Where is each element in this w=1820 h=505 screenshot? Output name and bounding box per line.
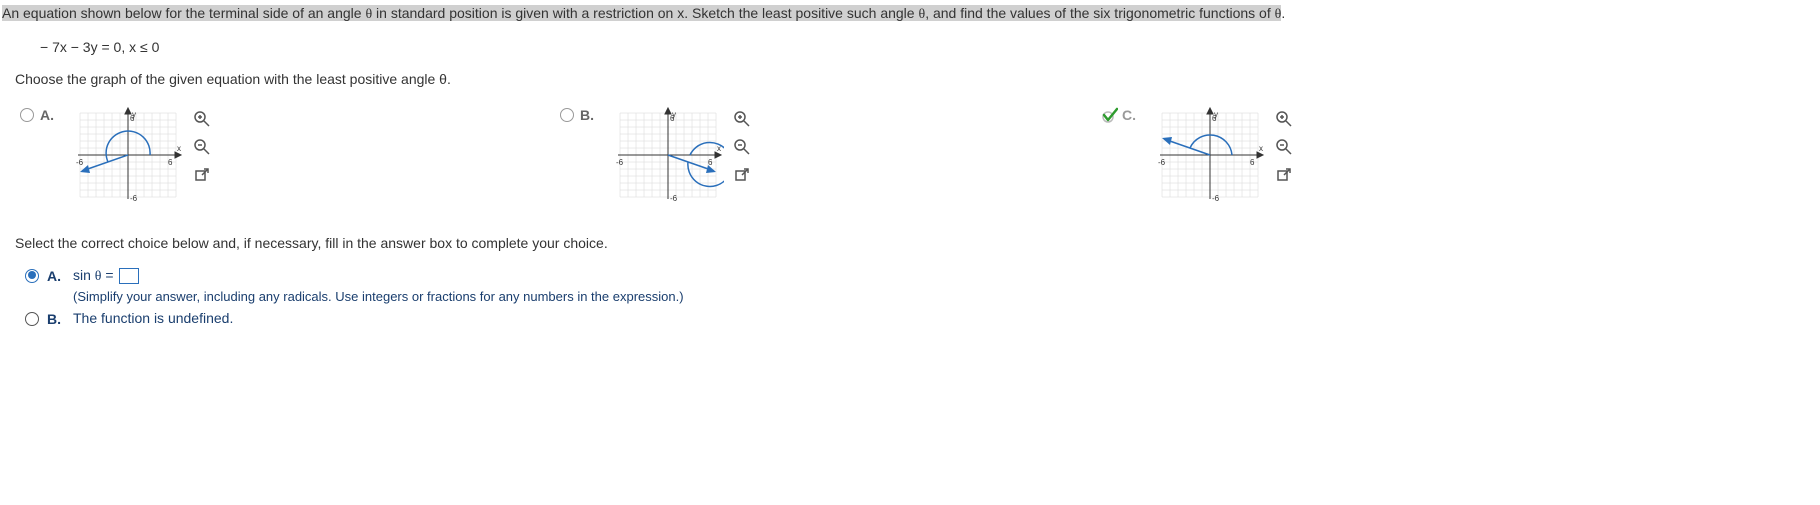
answer-a[interactable]: A. sin θ = (Simplify your answer, includ…	[25, 267, 1820, 304]
stmt-part: An equation shown below for the terminal…	[2, 5, 365, 21]
answer-a-simplify: (Simplify your answer, including any rad…	[73, 289, 684, 304]
svg-text:6: 6	[708, 158, 713, 167]
stmt-part: .	[1281, 5, 1285, 21]
answer-b-text: The function is undefined.	[73, 310, 233, 326]
radio-answer-a[interactable]	[25, 269, 39, 283]
answer-a-label: A.	[47, 268, 65, 284]
choice-a[interactable]: A. y x 6 -6 6 -6	[20, 105, 560, 205]
correct-check-icon[interactable]	[1100, 107, 1116, 123]
svg-text:-6: -6	[130, 194, 138, 203]
problem-statement: An equation shown below for the terminal…	[0, 0, 1820, 31]
graph-b: y x 6 -6 6 -6	[612, 105, 724, 205]
graph-c: y x 6 -6 6 -6	[1154, 105, 1266, 205]
choice-b[interactable]: B. y x 6 -6 6 -6	[560, 105, 1100, 205]
svg-text:6: 6	[168, 158, 173, 167]
choice-c-label: C.	[1122, 107, 1136, 123]
svg-text:-6: -6	[616, 158, 624, 167]
svg-text:-6: -6	[670, 194, 678, 203]
svg-text:-6: -6	[1212, 194, 1220, 203]
choose-graph-instruction: Choose the graph of the given equation w…	[0, 63, 1820, 95]
svg-text:6: 6	[1212, 114, 1217, 123]
svg-text:x: x	[177, 144, 181, 153]
answer-a-prefix: sin	[73, 267, 95, 283]
choice-c[interactable]: C. y x 6 -6 6 -6	[1100, 105, 1640, 205]
zoom-out-icon[interactable]	[1274, 137, 1294, 157]
stmt-part: in standard position is given with a res…	[372, 5, 918, 21]
zoom-in-icon[interactable]	[732, 109, 752, 129]
zoom-out-icon[interactable]	[192, 137, 212, 157]
answer-a-eq: =	[102, 267, 118, 283]
popout-icon[interactable]	[732, 165, 752, 185]
svg-text:6: 6	[670, 114, 675, 123]
graph-a: y x 6 -6 6 -6	[72, 105, 184, 205]
answer-choices: A. sin θ = (Simplify your answer, includ…	[0, 261, 1820, 327]
svg-text:x: x	[1259, 144, 1263, 153]
popout-icon[interactable]	[192, 165, 212, 185]
zoom-in-icon[interactable]	[192, 109, 212, 129]
theta-symbol: θ	[95, 269, 102, 284]
choice-a-label: A.	[40, 107, 54, 123]
equation: − 7x − 3y = 0, x ≤ 0	[0, 31, 1820, 63]
answer-input[interactable]	[119, 268, 139, 284]
answer-b[interactable]: B. The function is undefined.	[25, 310, 1820, 327]
answer-b-label: B.	[47, 311, 65, 327]
radio-a[interactable]	[20, 108, 34, 122]
svg-text:-6: -6	[1158, 158, 1166, 167]
svg-text:6: 6	[1250, 158, 1255, 167]
svg-text:-6: -6	[76, 158, 84, 167]
stmt-part: , and find the values of the six trigono…	[925, 5, 1274, 21]
zoom-in-icon[interactable]	[1274, 109, 1294, 129]
radio-answer-b[interactable]	[25, 312, 39, 326]
choice-b-label: B.	[580, 107, 594, 123]
popout-icon[interactable]	[1274, 165, 1294, 185]
fill-instruction: Select the correct choice below and, if …	[0, 215, 1820, 261]
graph-choices: A. y x 6 -6 6 -6	[0, 95, 1820, 215]
svg-text:6: 6	[130, 114, 135, 123]
zoom-out-icon[interactable]	[732, 137, 752, 157]
radio-b[interactable]	[560, 108, 574, 122]
